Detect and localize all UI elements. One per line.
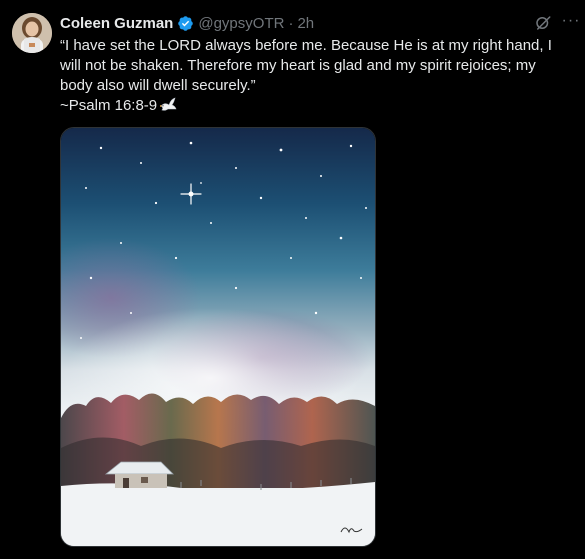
avatar[interactable]: [12, 13, 52, 53]
post-image[interactable]: [60, 127, 376, 547]
author-name[interactable]: Coleen Guzman: [60, 15, 173, 32]
more-options-icon[interactable]: ···: [560, 13, 582, 32]
tweet[interactable]: Coleen Guzman @gypsyOTR · 2h ··· “I have…: [0, 0, 585, 559]
tweet-text: “I have set the LORD always before me. B…: [60, 36, 565, 119]
dove-emoji-icon: [159, 97, 177, 119]
tweet-reference-line: ~Psalm 16:8-9: [60, 96, 565, 119]
avatar-image: [12, 13, 52, 53]
tweet-reference: ~Psalm 16:8-9: [60, 97, 158, 114]
author-handle[interactable]: @gypsyOTR: [198, 15, 284, 32]
grok-icon[interactable]: [532, 12, 554, 34]
post-timestamp[interactable]: 2h: [297, 15, 314, 32]
watercolor-painting-image: [61, 128, 375, 546]
verified-badge-icon: [177, 15, 194, 32]
tweet-header: Coleen Guzman @gypsyOTR · 2h: [60, 12, 314, 34]
tweet-quote: “I have set the LORD always before me. B…: [60, 37, 552, 94]
separator-dot: ·: [288, 14, 294, 32]
